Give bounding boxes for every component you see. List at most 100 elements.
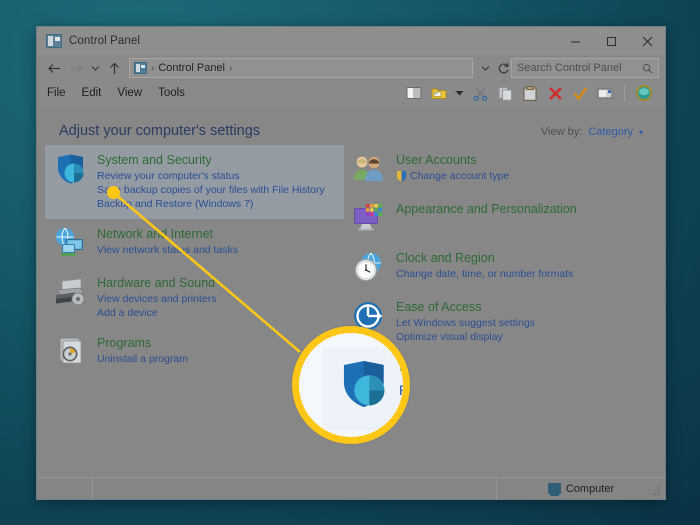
delete-x-icon[interactable] <box>546 84 564 102</box>
status-bar-item: Computer <box>497 483 665 495</box>
hardware-sound-icon <box>53 275 87 309</box>
magnified-category-link-1: Re <box>399 382 410 398</box>
category-body: Clock and Region Change date, time, or n… <box>396 249 573 281</box>
magnifier-content: S Re S <box>299 333 403 437</box>
forward-button[interactable] <box>65 57 87 79</box>
resize-grip-icon[interactable] <box>651 486 661 496</box>
title-bar: Control Panel <box>37 27 665 55</box>
search-input[interactable]: Search Control Panel <box>511 58 659 78</box>
recent-locations-button[interactable] <box>87 57 103 79</box>
callout-anchor-dot <box>107 186 120 199</box>
status-bar-segment <box>37 478 93 500</box>
user-accounts-icon <box>352 152 386 186</box>
menu-item-edit[interactable]: Edit <box>74 87 110 99</box>
category-title[interactable]: Ease of Access <box>396 299 535 315</box>
category-appearance-and-personalization[interactable]: Appearance and Personalization <box>344 194 643 243</box>
category-title[interactable]: Programs <box>97 335 188 351</box>
minimize-button[interactable] <box>557 27 593 55</box>
view-by-control: View by: Category ▾ <box>541 126 643 138</box>
category-link[interactable]: Change account type <box>396 169 509 183</box>
category-hardware-and-sound[interactable]: Hardware and Sound View devices and prin… <box>45 268 344 328</box>
category-body: System and Security Review your computer… <box>97 151 325 211</box>
category-title[interactable]: System and Security <box>97 152 325 168</box>
preview-pane-icon[interactable] <box>405 84 423 102</box>
category-title[interactable]: Appearance and Personalization <box>396 201 577 217</box>
magnifier-icon <box>642 63 653 74</box>
category-link[interactable]: Add a device <box>97 306 216 320</box>
category-body: Programs Uninstall a program <box>97 334 188 366</box>
maximize-button[interactable] <box>593 27 629 55</box>
close-button[interactable] <box>629 27 665 55</box>
category-link[interactable]: Save backup copies of your files with Fi… <box>97 183 325 197</box>
category-link[interactable]: View network status and tasks <box>97 243 238 257</box>
breadcrumb-separator-2[interactable]: › <box>229 63 232 74</box>
category-body: Hardware and Sound View devices and prin… <box>97 274 216 320</box>
page-title: Adjust your computer's settings <box>59 123 260 139</box>
network-internet-icon <box>53 226 87 260</box>
view-by-value[interactable]: Category <box>588 126 633 138</box>
clock-region-icon <box>352 250 386 284</box>
search-placeholder: Search Control Panel <box>517 62 642 74</box>
breadcrumb-control-panel-icon <box>134 62 147 74</box>
cut-scissors-icon[interactable] <box>471 84 489 102</box>
computer-icon <box>548 483 561 494</box>
window-title: Control Panel <box>69 35 140 47</box>
confirm-check-icon[interactable] <box>571 84 589 102</box>
breadcrumb-separator: › <box>151 63 154 74</box>
category-body: Ease of Access Let Windows suggest setti… <box>396 298 535 344</box>
category-link[interactable]: Uninstall a program <box>97 352 188 366</box>
category-body: Network and Internet View network status… <box>97 225 238 257</box>
address-dropdown-button[interactable] <box>477 57 493 79</box>
menu-bar: File Edit View Tools <box>37 81 665 105</box>
view-by-label: View by: <box>541 126 582 138</box>
category-link[interactable]: Optimize visual display <box>396 330 535 344</box>
magnifier-circle: S Re S <box>292 326 410 444</box>
category-title[interactable]: Hardware and Sound <box>97 275 216 291</box>
category-clock-and-region[interactable]: Clock and Region Change date, time, or n… <box>344 243 643 292</box>
status-bar: Computer <box>37 477 665 499</box>
menu-item-view[interactable]: View <box>109 87 150 99</box>
category-title[interactable]: Clock and Region <box>396 250 573 266</box>
status-bar-segment <box>93 478 497 500</box>
category-body: Appearance and Personalization <box>396 200 577 218</box>
category-link[interactable]: Change date, time, or number formats <box>396 267 573 281</box>
organize-folder-icon[interactable] <box>430 84 448 102</box>
category-title[interactable]: User Accounts <box>396 152 509 168</box>
window-controls <box>557 27 665 55</box>
help-icon[interactable] <box>635 84 653 102</box>
category-network-and-internet[interactable]: Network and Internet View network status… <box>45 219 344 268</box>
chevron-down-icon[interactable]: ▾ <box>639 128 643 137</box>
category-link[interactable]: Let Windows suggest settings <box>396 316 535 330</box>
content-header: Adjust your computer's settings View by:… <box>37 105 665 139</box>
category-link[interactable]: Backup and Restore (Windows 7) <box>97 197 325 211</box>
shield-security-icon <box>335 357 391 411</box>
shield-security-icon <box>53 152 87 186</box>
programs-icon <box>53 335 87 369</box>
category-link[interactable]: Review your computer's status <box>97 169 325 183</box>
breadcrumb-item[interactable]: Control Panel <box>158 62 225 74</box>
category-user-accounts[interactable]: User Accounts Change account type <box>344 145 643 194</box>
rename-icon[interactable] <box>596 84 614 102</box>
menu-item-tools[interactable]: Tools <box>150 87 193 99</box>
category-system-and-security[interactable]: System and Security Review your computer… <box>45 145 344 219</box>
category-title[interactable]: Network and Internet <box>97 226 238 242</box>
uac-shield-icon <box>396 170 407 182</box>
category-link-label: Change account type <box>410 169 509 183</box>
up-button[interactable] <box>103 57 125 79</box>
breadcrumb-bar[interactable]: › Control Panel › <box>129 58 473 78</box>
control-panel-icon <box>46 34 62 48</box>
appearance-personalization-icon <box>352 201 386 235</box>
status-bar-label: Computer <box>566 483 614 495</box>
copy-icon[interactable] <box>496 84 514 102</box>
back-button[interactable] <box>43 57 65 79</box>
toolbar-divider <box>624 85 625 101</box>
category-body: User Accounts Change account type <box>396 151 509 183</box>
address-bar: › Control Panel › Search Control Panel <box>37 55 665 81</box>
toolbar <box>405 84 657 102</box>
refresh-icon[interactable] <box>495 57 511 79</box>
category-link[interactable]: View devices and printers <box>97 292 216 306</box>
desktop-background: Control Panel <box>0 0 700 525</box>
dropdown-caret-icon[interactable] <box>455 84 464 102</box>
menu-item-file[interactable]: File <box>45 87 74 99</box>
paste-icon[interactable] <box>521 84 539 102</box>
